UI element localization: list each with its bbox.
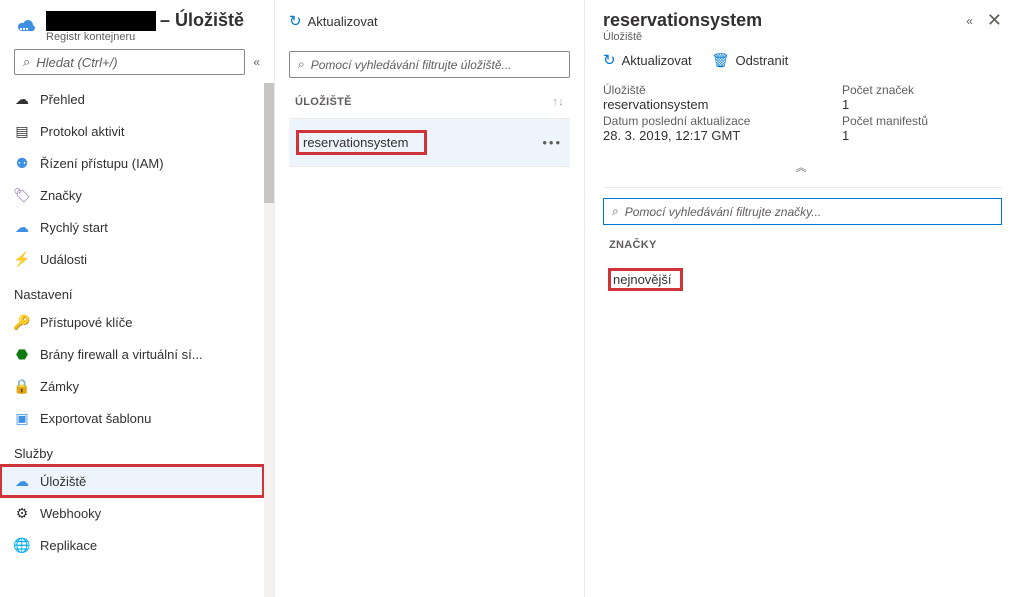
sidebar-scrollbar-thumb[interactable] [264,83,274,203]
activity-log-icon: ▤ [14,123,30,139]
container-registry-icon [14,14,38,34]
tag-name: nejnovější [609,269,682,290]
nav-section-settings: Nastavení [0,275,264,306]
sidebar-scrollbar[interactable] [264,83,274,597]
nav-access-keys[interactable]: 🔑Přístupové klíče [0,306,264,338]
prop-repo-label: Úložiště [603,83,842,97]
nav-locks[interactable]: 🔒Zámky [0,370,264,402]
collapse-sidebar-icon[interactable]: « [253,55,260,69]
prop-tagcount-value: 1 [842,97,1002,112]
events-icon: ⚡ [14,251,30,267]
nav-replications[interactable]: 🌐Replikace [0,529,264,561]
access-control-icon: ⚉ [14,155,30,171]
repositories-icon: ☁ [14,473,30,489]
refresh-icon: ↻ [289,12,302,30]
prop-updated-value: 28. 3. 2019, 12:17 GMT [603,128,842,143]
search-icon: ⌕ [298,57,305,72]
keys-icon: 🔑 [14,314,30,330]
repositories-column-header[interactable]: ÚLOŽIŠTĚ ↑↓ [289,92,570,119]
detail-toolbar: ↻ Aktualizovat 🗑 Odstranit [585,43,1020,83]
panel-header: – Úložiště Registr kontejneru [0,0,274,49]
filter-repositories-input[interactable]: ⌕ Pomocí vyhledávání filtrujte úložiště.… [289,51,570,78]
overview-icon: ☁ [14,91,30,107]
quickstart-icon: ☁ [14,219,30,235]
sidebar-search-input[interactable]: ⌕ Hledat (Ctrl+/) [14,49,245,75]
delete-icon: 🗑 [712,52,730,69]
lock-icon: 🔒 [14,378,30,394]
tag-row[interactable]: nejnovější [603,259,1002,300]
refresh-repositories-button[interactable]: ↻ Aktualizovat [289,12,378,30]
prop-tagcount-label: Počet značek [842,83,1002,97]
expand-collapse-properties[interactable]: ︽ [603,153,1002,188]
nav-repositories[interactable]: ☁Úložiště [0,465,264,497]
tags-column-header: ZNAČKY [603,239,1002,259]
nav-activity-log[interactable]: ▤Protokol aktivit [0,115,264,147]
nav-access-control[interactable]: ⚉Řízení přístupu (IAM) [0,147,264,179]
prop-manifests-label: Počet manifestů [842,114,1002,128]
sort-icon[interactable]: ↑↓ [552,96,564,108]
redacted-name [46,11,156,31]
delete-repository-button[interactable]: 🗑 Odstranit [712,52,789,69]
search-icon: ⌕ [612,204,619,219]
prop-manifests-value: 1 [842,128,1002,143]
detail-title: reservationsystem [603,10,762,31]
repository-row[interactable]: reservationsystem ••• [289,119,570,167]
repository-name: reservationsystem [297,131,426,154]
collapse-detail-icon[interactable]: « [966,14,973,28]
repositories-toolbar: ↻ Aktualizovat [275,0,584,43]
detail-properties: Úložiště reservationsystem Počet značek … [585,83,1020,153]
search-icon: ⌕ [23,54,30,70]
nav-tags[interactable]: 🏷Značky [0,179,264,211]
nav-section-services: Služby [0,434,264,465]
repositories-panel: ↻ Aktualizovat ⌕ Pomocí vyhledávání filt… [275,0,585,597]
refresh-detail-button[interactable]: ↻ Aktualizovat [603,51,692,69]
panel-title: – Úložiště [46,10,244,31]
nav-events[interactable]: ⚡Události [0,243,264,275]
nav-export-template[interactable]: ▣Exportovat šablonu [0,402,264,434]
panel-subtitle: Registr kontejneru [46,31,244,43]
repository-detail-panel: reservationsystem Úložiště « ✕ ↻ Aktuali… [585,0,1020,597]
sidebar-panel: – Úložiště Registr kontejneru ⌕ Hledat (… [0,0,275,597]
nav-firewall[interactable]: ⬣Brány firewall a virtuální sí... [0,338,264,370]
firewall-icon: ⬣ [14,346,30,362]
detail-subtitle: Úložiště [603,31,762,43]
repository-row-menu[interactable]: ••• [542,135,562,150]
nav-webhooks[interactable]: ⚙Webhooky [0,497,264,529]
export-icon: ▣ [14,410,30,426]
webhooks-icon: ⚙ [14,505,30,521]
prop-repo-value: reservationsystem [603,97,842,112]
replications-icon: 🌐 [14,537,30,553]
filter-tags-input[interactable]: ⌕ Pomocí vyhledávání filtrujte značky... [603,198,1002,225]
tags-icon: 🏷 [14,187,30,203]
prop-updated-label: Datum poslední aktualizace [603,114,842,128]
nav-overview[interactable]: ☁Přehled [0,83,264,115]
close-detail-icon[interactable]: ✕ [987,10,1002,31]
nav-quickstart[interactable]: ☁Rychlý start [0,211,264,243]
refresh-icon: ↻ [603,51,616,69]
